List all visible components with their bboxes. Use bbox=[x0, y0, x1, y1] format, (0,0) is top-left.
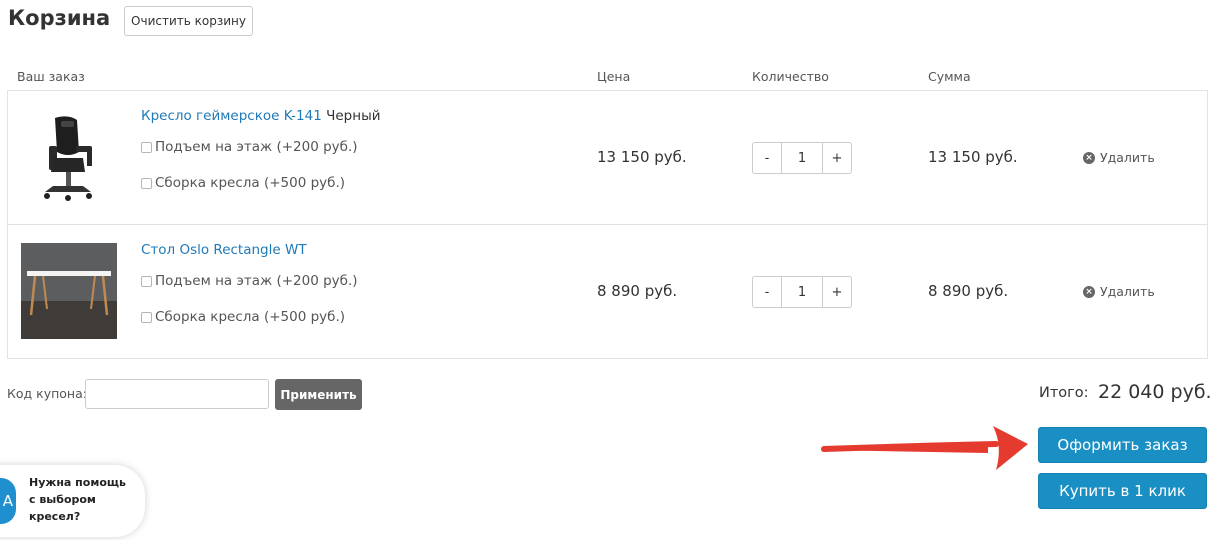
clear-cart-button[interactable]: Очистить корзину bbox=[124, 6, 253, 36]
checkbox[interactable] bbox=[141, 275, 152, 287]
delete-item-button[interactable]: × Удалить bbox=[1083, 284, 1155, 299]
delete-label: Удалить bbox=[1100, 284, 1155, 299]
option-lift-floor[interactable]: Подъем на этаж (+200 руб.) bbox=[141, 273, 358, 289]
column-header-order: Ваш заказ bbox=[17, 69, 85, 84]
quantity-stepper[interactable]: - 1 + bbox=[752, 276, 852, 308]
checkbox[interactable] bbox=[141, 141, 152, 153]
option-lift-floor[interactable]: Подъем на этаж (+200 руб.) bbox=[141, 139, 358, 155]
column-header-sum: Сумма bbox=[928, 69, 971, 84]
apply-coupon-button[interactable]: Применить bbox=[275, 379, 362, 410]
option-assembly[interactable]: Сборка кресла (+500 руб.) bbox=[141, 175, 345, 191]
item-sum: 13 150 руб. bbox=[928, 148, 1018, 166]
product-link[interactable]: Стол Oslo Rectangle WT bbox=[141, 242, 307, 258]
product-name-row-1: Кресло геймерское K-141 Черный bbox=[141, 108, 381, 124]
quantity-input[interactable]: 1 bbox=[781, 277, 823, 307]
delete-item-button[interactable]: × Удалить bbox=[1083, 150, 1155, 165]
product-image-table[interactable] bbox=[21, 243, 117, 339]
option-label: Подъем на этаж (+200 руб.) bbox=[155, 273, 358, 289]
column-header-price: Цена bbox=[597, 69, 631, 84]
checkout-button[interactable]: Оформить заказ bbox=[1038, 427, 1207, 463]
product-name-row-2: Стол Oslo Rectangle WT bbox=[141, 242, 307, 258]
option-label: Сборка кресла (+500 руб.) bbox=[155, 175, 346, 191]
increment-button[interactable]: + bbox=[823, 277, 851, 307]
total-label: Итого: bbox=[1039, 385, 1089, 401]
help-text: Нужна помощь с выбором кресел? bbox=[29, 476, 126, 523]
circle-x-icon: × bbox=[1083, 285, 1095, 298]
red-arrow-annotation bbox=[821, 426, 1028, 470]
delete-label: Удалить bbox=[1100, 150, 1155, 165]
item-sum: 8 890 руб. bbox=[928, 282, 1009, 300]
quantity-stepper[interactable]: - 1 + bbox=[752, 142, 852, 174]
buy-one-click-button[interactable]: Купить в 1 клик bbox=[1038, 473, 1207, 509]
decrement-button[interactable]: - bbox=[753, 143, 781, 173]
option-label: Подъем на этаж (+200 руб.) bbox=[155, 139, 358, 155]
help-avatar[interactable]: A bbox=[0, 478, 16, 524]
decrement-button[interactable]: - bbox=[753, 277, 781, 307]
product-variant: Черный bbox=[326, 108, 381, 124]
product-image-chair[interactable] bbox=[33, 112, 103, 204]
column-header-quantity: Количество bbox=[752, 69, 829, 84]
increment-button[interactable]: + bbox=[823, 143, 851, 173]
circle-x-icon: × bbox=[1083, 151, 1095, 164]
item-price: 8 890 руб. bbox=[597, 282, 678, 300]
total-value: 22 040 руб. bbox=[1098, 381, 1212, 403]
item-price: 13 150 руб. bbox=[597, 148, 687, 166]
coupon-input[interactable] bbox=[85, 379, 269, 409]
option-assembly[interactable]: Сборка кресла (+500 руб.) bbox=[141, 309, 345, 325]
coupon-label: Код купона: bbox=[7, 386, 87, 401]
checkbox[interactable] bbox=[141, 177, 152, 189]
quantity-input[interactable]: 1 bbox=[781, 143, 823, 173]
checkbox[interactable] bbox=[141, 311, 152, 323]
page-title: Корзина bbox=[8, 6, 111, 30]
row-divider bbox=[8, 224, 1207, 225]
option-label: Сборка кресла (+500 руб.) bbox=[155, 309, 346, 325]
product-link[interactable]: Кресло геймерское K-141 bbox=[141, 108, 322, 124]
